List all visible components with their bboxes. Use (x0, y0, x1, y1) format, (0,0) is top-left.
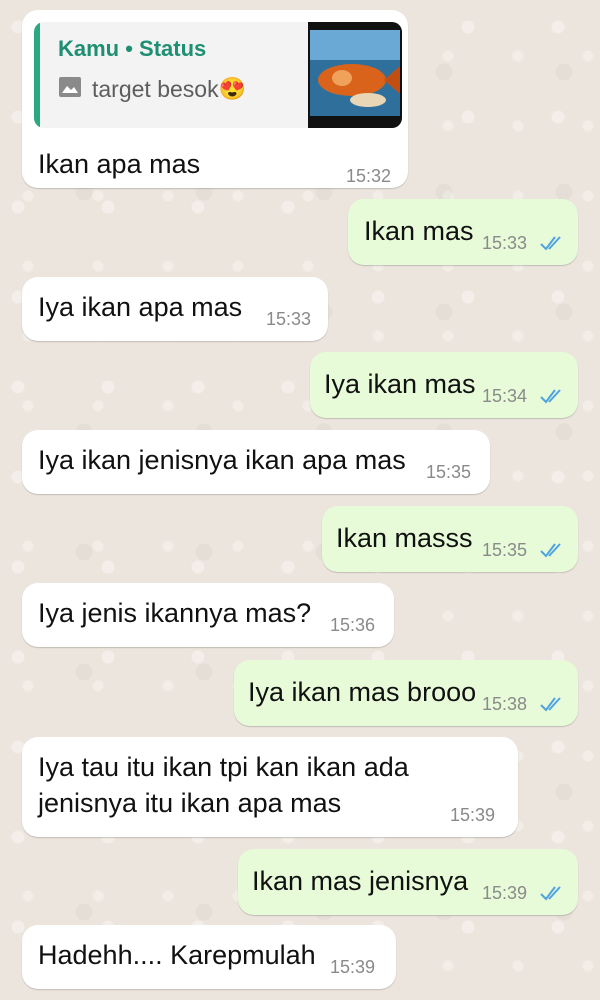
message-text: Ikan masss (336, 523, 473, 553)
message-time: 15:39 (450, 805, 496, 825)
message-bubble-outgoing[interactable]: Ikan mas 15:33 (348, 199, 578, 265)
message-text: Iya ikan apa mas (38, 292, 243, 322)
image-icon (58, 76, 82, 103)
message-text: Ikan apa mas (38, 149, 201, 179)
quote-accent-bar (34, 22, 40, 128)
message-text: Iya ikan jenisnya ikan apa mas (38, 445, 406, 475)
message-time: 15:35 (482, 540, 528, 560)
read-receipt-icon (540, 697, 561, 712)
message-bubble-incoming[interactable]: Hadehh.... Karepmulah 15:39 (22, 925, 396, 989)
message-text: Ikan mas (364, 216, 474, 246)
message-bubble-outgoing[interactable]: Iya ikan mas 15:34 (310, 352, 578, 418)
message-bubble-outgoing[interactable]: Ikan mas jenisnya 15:39 (238, 849, 578, 915)
message-time: 15:33 (266, 309, 312, 329)
message-time: 15:39 (482, 883, 528, 903)
read-receipt-icon (540, 886, 561, 901)
message-time: 15:35 (426, 462, 472, 482)
message-text: Iya ikan mas (324, 369, 476, 399)
message-text: Hadehh.... Karepmulah (38, 940, 316, 970)
quote-caption: target besok (92, 75, 219, 102)
message-bubble-incoming[interactable]: Iya tau itu ikan tpi kan ikan ada jenisn… (22, 737, 518, 837)
heart-eyes-emoji: 😍 (218, 76, 246, 101)
message-time: 15:33 (482, 233, 528, 253)
message-time: 15:39 (330, 957, 376, 977)
status-thumbnail-image (308, 22, 402, 128)
message-bubble-incoming[interactable]: Iya ikan jenisnya ikan apa mas 15:35 (22, 430, 490, 494)
message-bubble-outgoing[interactable]: Ikan masss 15:35 (322, 506, 578, 572)
message-text: Iya ikan mas brooo (248, 677, 477, 707)
message-bubble-incoming[interactable]: Iya ikan apa mas 15:33 (22, 277, 328, 341)
message-bubble-outgoing[interactable]: Iya ikan mas brooo 15:38 (234, 660, 578, 726)
quoted-status[interactable]: Kamu • Status target besok 😍 (34, 22, 402, 128)
quote-author: Kamu • Status (58, 36, 207, 61)
read-receipt-icon (540, 389, 561, 404)
message-text: Iya tau itu ikan tpi kan ikan ada jenisn… (38, 752, 409, 818)
message-bubble-incoming[interactable]: Iya jenis ikannya mas? 15:36 (22, 583, 394, 647)
read-receipt-icon (540, 543, 561, 558)
message-time: 15:36 (330, 615, 376, 635)
message-time: 15:34 (482, 386, 528, 406)
read-receipt-icon (540, 236, 561, 251)
message-time: 15:38 (482, 694, 528, 714)
message-text: Ikan mas jenisnya (252, 866, 469, 896)
message-text: Iya jenis ikannya mas? (38, 598, 312, 628)
message-time: 15:32 (346, 166, 392, 186)
message-bubble-incoming[interactable]: Kamu • Status target besok 😍 Ikan apa ma… (22, 10, 408, 188)
